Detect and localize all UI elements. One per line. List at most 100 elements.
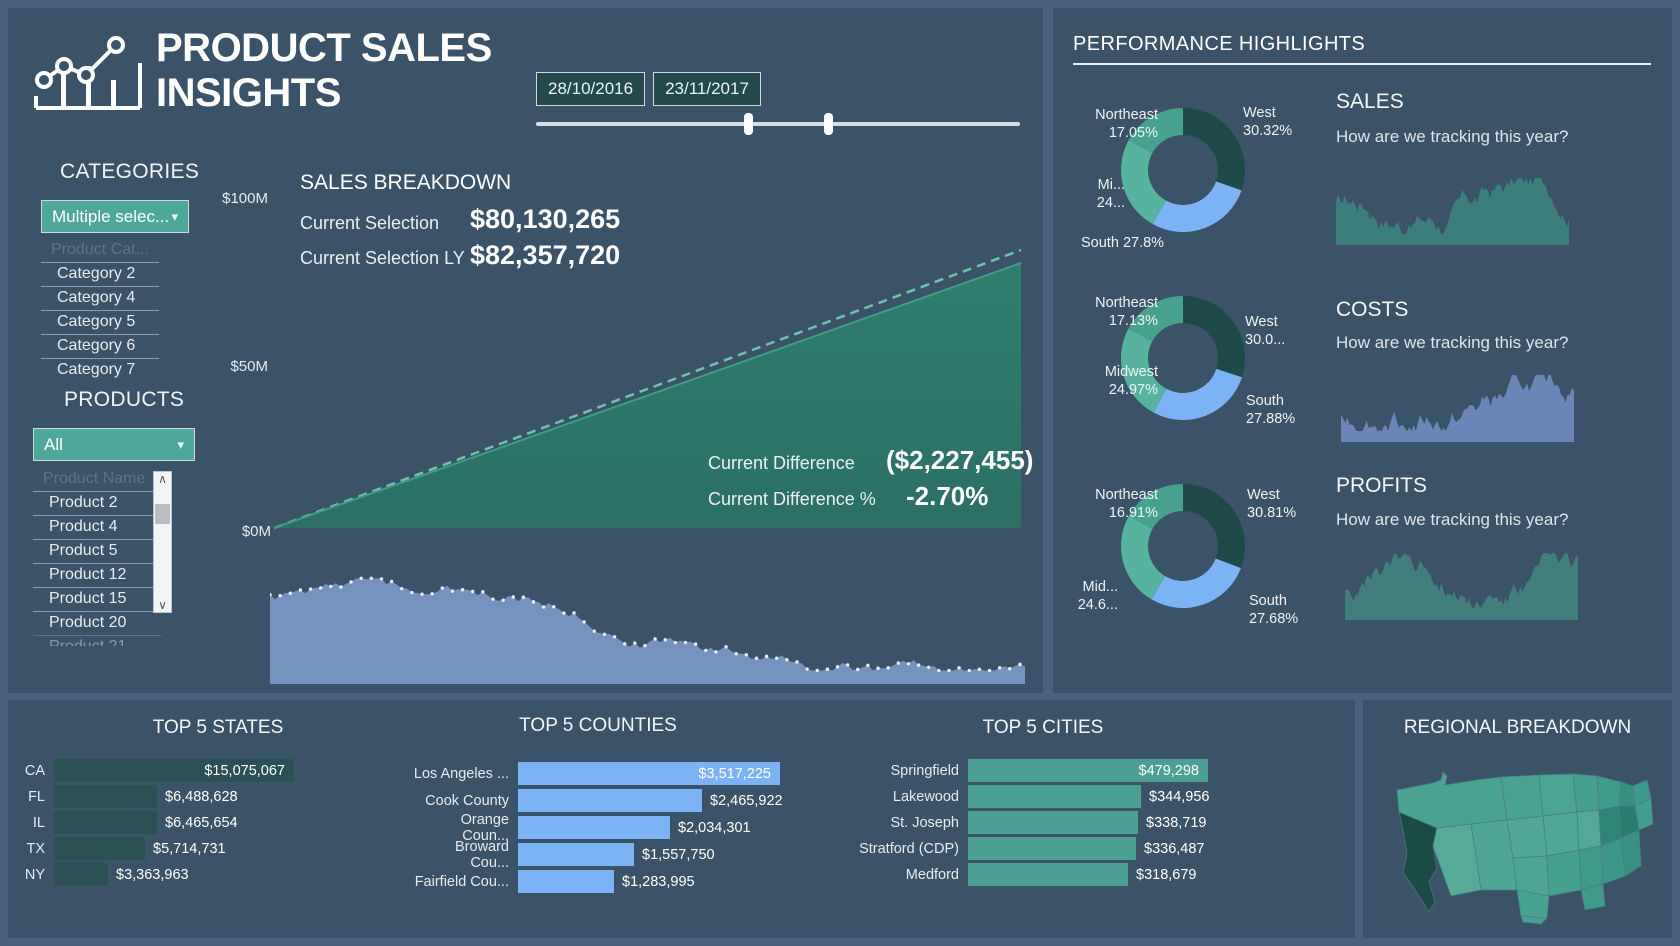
bar-value-label: $6,488,628: [165, 788, 238, 805]
bar-fill[interactable]: [968, 837, 1136, 860]
bar-fill[interactable]: [518, 789, 702, 812]
donut-slice-midwest[interactable]: [1121, 515, 1166, 600]
products-scrollbar[interactable]: ∧ ∨: [153, 471, 172, 613]
us-map-icon[interactable]: [1381, 750, 1656, 930]
bar-fill[interactable]: [968, 811, 1138, 834]
bar-row[interactable]: Lakewood $344,956: [853, 785, 1209, 808]
bar-row[interactable]: NY $3,363,963: [16, 863, 189, 886]
bar-value-label: $3,517,225: [698, 765, 771, 782]
list-item[interactable]: Category 7: [41, 358, 159, 382]
scroll-up-arrow-icon[interactable]: ∧: [158, 472, 167, 486]
bar-row[interactable]: St. Joseph $338,719: [853, 811, 1206, 834]
bar-fill[interactable]: [54, 863, 108, 886]
current-difference-value: ($2,227,455): [886, 445, 1034, 475]
donut-label-south: South 27.68%: [1249, 593, 1299, 628]
donut-slice-west[interactable]: [1183, 296, 1245, 378]
kpi-title-costs: COSTS: [1336, 298, 1409, 321]
donut-slice-west[interactable]: [1183, 484, 1245, 569]
date-start-input[interactable]: 28/10/2016: [536, 72, 646, 106]
bar-value-label: $338,719: [1146, 814, 1207, 831]
bar-row[interactable]: Springfield $479,298: [853, 759, 1208, 782]
scroll-down-arrow-icon[interactable]: ∨: [158, 598, 167, 612]
donut-slice-west[interactable]: [1183, 108, 1245, 191]
bar-row[interactable]: Medford $318,679: [853, 863, 1196, 886]
bar-row[interactable]: Fairfield Cou... $1,283,995: [413, 870, 695, 893]
date-slider-track[interactable]: [536, 113, 1020, 135]
scroll-thumb[interactable]: [155, 504, 170, 524]
regional-breakdown-title: REGIONAL BREAKDOWN: [1403, 717, 1632, 738]
geography-panel: TOP 5 STATES CA $15,075,067 FL $6,488,628 IL…: [8, 700, 1355, 938]
bar-fill[interactable]: [518, 816, 670, 839]
bar-value-label: $336,487: [1144, 840, 1205, 857]
bar-category-label: Fairfield Cou...: [414, 873, 509, 890]
bar-value-label: $1,557,750: [642, 846, 715, 863]
costs-sparkline[interactable]: [1341, 370, 1574, 447]
bar-fill[interactable]: [54, 811, 157, 834]
categories-dropdown[interactable]: Multiple selec... ▾: [41, 200, 189, 233]
donut-label-midwest: Mid... 24.6...: [1077, 579, 1118, 614]
bar-row[interactable]: Los Angeles ... $3,517,225: [413, 762, 780, 785]
bar-fill[interactable]: [54, 785, 157, 808]
list-item[interactable]: Product 15: [33, 587, 161, 611]
donut-label-northeast: Northeast 17.13%: [1095, 295, 1158, 330]
bar-category-label: Broward Cou...: [455, 838, 509, 871]
list-item[interactable]: Product 4: [33, 515, 161, 539]
current-difference-pct-label: Current Difference %: [708, 489, 876, 509]
bar-fill[interactable]: [968, 785, 1141, 808]
bar-fill[interactable]: $15,075,067: [54, 759, 294, 782]
bar-category-label: St. Joseph: [890, 814, 959, 831]
bar-row[interactable]: Cook County $2,465,922: [413, 789, 783, 812]
donut-slice-south[interactable]: [1152, 181, 1242, 232]
bar-row[interactable]: IL $6,465,654: [16, 811, 238, 834]
products-dropdown[interactable]: All ▾: [33, 428, 195, 461]
products-dropdown-value: All: [44, 434, 63, 454]
bar-value-label: $6,465,654: [165, 814, 238, 831]
sales-sparkline[interactable]: [1336, 173, 1569, 250]
list-item[interactable]: Category 2: [41, 262, 159, 286]
list-item[interactable]: Product 5: [33, 539, 161, 563]
bar-category-label: Cook County: [425, 792, 509, 809]
bar-row[interactable]: Orange Coun... $2,034,301: [413, 812, 751, 844]
donut-slice-south[interactable]: [1151, 558, 1241, 608]
products-list[interactable]: Product Name Product 2 Product 4 Product…: [33, 468, 161, 646]
list-item[interactable]: Category 4: [41, 286, 159, 310]
bar-fill[interactable]: [518, 870, 614, 893]
kpi-subtitle-costs: How are we tracking this year?: [1336, 333, 1569, 352]
categories-list[interactable]: Product Cat... Category 2 Category 4 Cat…: [41, 239, 159, 382]
list-item[interactable]: Product 12: [33, 563, 161, 587]
bar-row[interactable]: FL $6,488,628: [16, 785, 238, 808]
bar-category-label: Medford: [905, 866, 959, 883]
donut-label-northeast: Northeast 17.05%: [1095, 107, 1158, 142]
list-item[interactable]: Category 5: [41, 310, 159, 334]
donut-slice-midwest[interactable]: [1121, 140, 1166, 225]
bar-fill[interactable]: [54, 837, 145, 860]
bar-fill[interactable]: [518, 843, 634, 866]
list-item[interactable]: Product 2: [33, 491, 161, 515]
list-item[interactable]: Category 6: [41, 334, 159, 358]
list-item[interactable]: Product 21: [33, 635, 161, 646]
kpi-subtitle-sales: How are we tracking this year?: [1336, 127, 1569, 146]
page-title: PRODUCT SALES INSIGHTS: [156, 26, 492, 115]
bar-row[interactable]: CA $15,075,067: [16, 759, 294, 782]
bar-category-label: Springfield: [890, 762, 959, 779]
bar-fill[interactable]: $3,517,225: [518, 762, 780, 785]
current-difference-pct-value: -2.70%: [906, 481, 989, 511]
bar-fill[interactable]: [968, 863, 1128, 886]
bar-fill[interactable]: $479,298: [968, 759, 1208, 782]
bar-value-label: $2,465,922: [710, 792, 783, 809]
date-range-slicer[interactable]: 28/10/2016 23/11/2017: [536, 72, 1026, 135]
bar-row[interactable]: Broward Cou... $1,557,750: [413, 839, 715, 871]
bar-row[interactable]: TX $5,714,731: [16, 837, 226, 860]
categories-column-header: Product Cat...: [51, 241, 149, 258]
top-5-cities-title: TOP 5 CITIES: [982, 717, 1104, 738]
donut-slice-south[interactable]: [1153, 368, 1242, 420]
profits-sparkline[interactable]: [1345, 548, 1578, 625]
chevron-down-icon: ▾: [171, 208, 178, 224]
donut-label-west: West 30.81%: [1247, 487, 1297, 522]
top-5-counties-title: TOP 5 COUNTIES: [519, 715, 677, 736]
date-end-input[interactable]: 23/11/2017: [653, 72, 761, 106]
difference-trend-chart[interactable]: [270, 564, 1030, 691]
list-item[interactable]: Product 20: [33, 611, 161, 635]
line-bar-chart-icon: [28, 28, 148, 118]
bar-row[interactable]: Stratford (CDP) $336,487: [853, 837, 1204, 860]
